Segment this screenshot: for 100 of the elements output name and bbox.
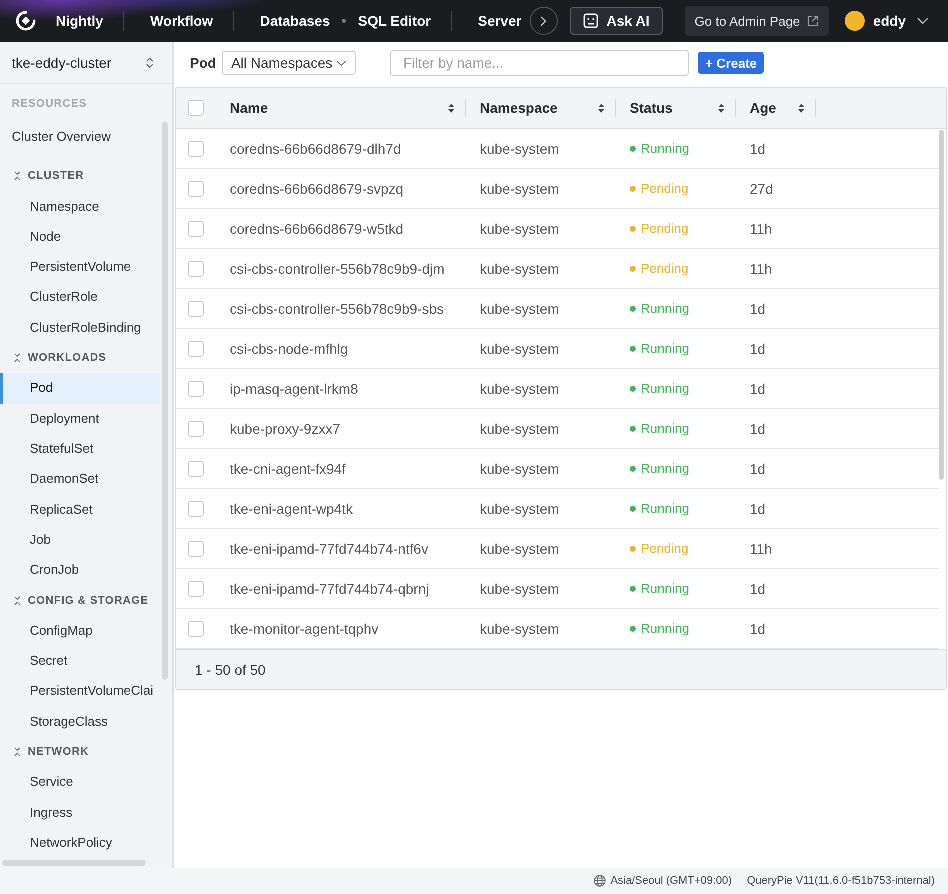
section-toggle[interactable]: CLUSTER [0, 161, 160, 192]
user-menu[interactable]: eddy [845, 11, 929, 31]
sidebar-item[interactable]: Ingress [0, 798, 160, 828]
checkbox[interactable] [188, 420, 204, 436]
checkbox[interactable] [188, 300, 204, 316]
age-text: 1d [750, 420, 766, 436]
age-text: 1d [750, 580, 766, 596]
avatar-icon [845, 11, 866, 31]
checkbox[interactable] [188, 540, 204, 556]
sidebar-item[interactable]: Node [0, 222, 160, 252]
version-text: QueryPie V11(11.6.0-f51b753-internal) [747, 875, 935, 887]
vertical-scrollbar[interactable] [939, 130, 944, 480]
sidebar-item[interactable]: Job [0, 524, 160, 556]
create-button[interactable]: + Create [698, 52, 764, 74]
pod-name: tke-eni-ipamd-77fd744b74-qbrnj [230, 580, 430, 596]
filter-field[interactable]: Filter by name... [390, 50, 690, 76]
status-text: Running [641, 141, 690, 156]
sidebar-item[interactable]: ClusterRole [0, 282, 160, 313]
globe-icon [594, 875, 606, 887]
sort-icon [598, 102, 605, 114]
age-text: 1d [750, 340, 766, 356]
namespace-text: kube-system [480, 460, 560, 476]
sidebar-item[interactable]: StorageClass [0, 706, 160, 737]
pod-name: coredns-66b66d8679-w5tkd [230, 220, 404, 236]
sidebar-item[interactable]: ClusterRoleBinding [0, 312, 160, 344]
sidebar-item[interactable]: PersistentVolume [0, 252, 160, 282]
status-text: Running [641, 341, 690, 356]
sidebar-item[interactable]: Cluster Overview [0, 122, 160, 152]
nav-item[interactable]: Workflow [150, 9, 214, 33]
sidebar-item[interactable]: DaemonSet [0, 464, 160, 495]
nav-item[interactable]: Server [478, 9, 522, 33]
namespace-text: kube-system [480, 140, 560, 156]
checkbox[interactable] [188, 180, 204, 196]
age-text: 1d [750, 500, 766, 516]
sidebar-item[interactable]: ReplicaSet [0, 494, 160, 525]
sort-icon [718, 102, 725, 114]
section-toggle[interactable]: NETWORK [0, 736, 160, 768]
admin-page-button[interactable]: Go to Admin Page [684, 6, 830, 36]
sidebar-item[interactable]: StatefulSet [0, 434, 160, 464]
checkbox[interactable] [188, 220, 204, 236]
pod-name: tke-eni-agent-wp4tk [230, 500, 353, 516]
horizontal-scrollbar[interactable] [2, 860, 146, 866]
logo-icon[interactable] [16, 11, 36, 31]
namespace-text: kube-system [480, 580, 560, 596]
scroll-right-button[interactable] [530, 7, 558, 35]
chevron-down-icon [917, 17, 929, 25]
pod-name: tke-eni-ipamd-77fd744b74-ntf6v [230, 540, 428, 556]
pod-name: tke-monitor-agent-tqphv [230, 620, 379, 636]
status-text: Running [641, 501, 690, 516]
namespace-text: kube-system [480, 620, 560, 636]
checkbox[interactable] [188, 620, 204, 636]
status-text: Running [641, 621, 690, 636]
checkbox[interactable] [188, 340, 204, 356]
pod-name: csi-cbs-controller-556b78c9b9-sbs [230, 300, 444, 316]
namespace-text: kube-system [480, 380, 560, 396]
pod-name: kube-proxy-9zxx7 [230, 420, 340, 436]
checkbox[interactable] [188, 580, 204, 596]
nav-item[interactable]: SQL Editor [358, 9, 432, 33]
cluster-selector[interactable]: tke-eddy-cluster [0, 42, 172, 84]
chevron-right-icon [540, 16, 548, 26]
age-text: 1d [750, 300, 766, 316]
section-toggle[interactable]: CONFIG & STORAGE [0, 585, 160, 616]
checkbox[interactable] [188, 100, 204, 116]
sidebar-item[interactable]: PersistentVolumeClai [0, 676, 160, 707]
page-title: Pod [190, 55, 216, 71]
age-text: 1d [750, 620, 766, 636]
age-text: 11h [750, 540, 772, 556]
section-toggle[interactable]: WORKLOADS [0, 343, 160, 374]
age-text: 1d [750, 380, 766, 396]
status-text: Pending [641, 181, 689, 196]
sidebar-item[interactable]: Secret [0, 646, 160, 676]
external-link-icon [807, 15, 820, 27]
sidebar-item[interactable]: CronJob [0, 555, 160, 586]
status-text: Running [641, 381, 690, 396]
checkbox[interactable] [188, 500, 204, 516]
sort-icon [448, 102, 455, 114]
checkbox[interactable] [188, 460, 204, 476]
namespace-text: kube-system [480, 500, 560, 516]
dot-separator-icon [342, 19, 346, 23]
pagination-info: 1 - 50 of 50 [195, 662, 266, 678]
sidebar-item[interactable]: Service [0, 767, 160, 798]
age-text: 11h [750, 260, 772, 276]
checkbox[interactable] [188, 260, 204, 276]
namespace-select[interactable]: All Namespaces [222, 51, 356, 75]
chevron-down-icon [336, 60, 348, 66]
sidebar-item[interactable]: Deployment [0, 404, 160, 434]
pod-name: tke-cni-agent-fx94f [230, 460, 346, 476]
nav-item[interactable]: Databases [260, 9, 330, 33]
ask-ai-button[interactable]: Ask AI [570, 7, 663, 35]
namespace-text: kube-system [480, 260, 560, 276]
sidebar-item[interactable]: ConfigMap [0, 616, 160, 646]
vertical-scrollbar[interactable] [162, 122, 168, 680]
namespace-text: kube-system [480, 540, 560, 556]
checkbox[interactable] [188, 140, 204, 156]
sidebar-item[interactable]: NetworkPolicy [0, 828, 160, 858]
age-text: 27d [750, 180, 774, 196]
checkbox[interactable] [188, 380, 204, 396]
sidebar-item[interactable]: Namespace [0, 192, 160, 222]
age-text: 11h [750, 220, 772, 236]
sidebar-item[interactable]: Pod [0, 373, 160, 404]
